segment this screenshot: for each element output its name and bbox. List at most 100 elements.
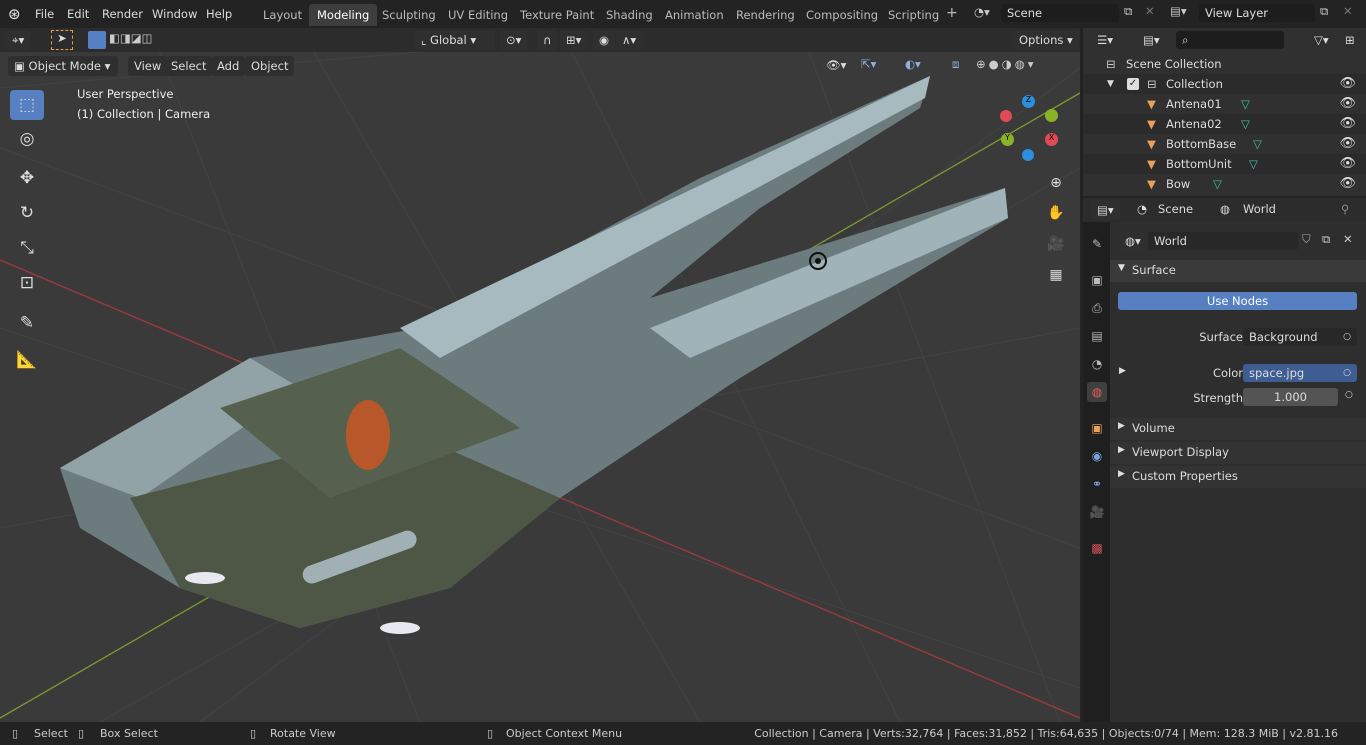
expand-color-icon[interactable]: ▶: [1119, 366, 1126, 376]
view-layer-tab-icon[interactable]: ▤: [1087, 326, 1107, 346]
delete-scene-icon[interactable]: ✕: [1145, 4, 1155, 18]
3d-viewport[interactable]: ⌖▾ ➤ ◧◨◪◫ ⌞ Global ▾ ⊙▾ ∩ ⊞▾ ◉ ∧▾ Option…: [0, 28, 1080, 722]
shading-mode-buttons[interactable]: ⊕●◑◍▾: [976, 57, 1037, 71]
data-tab-icon[interactable]: 🎥: [1087, 502, 1107, 522]
world-browse-icon[interactable]: ◍▾: [1119, 231, 1147, 251]
pan-hand-icon[interactable]: ✋: [1043, 200, 1069, 226]
world-name-field[interactable]: World: [1148, 232, 1298, 250]
constraints-tab-icon[interactable]: ⚭: [1087, 474, 1107, 494]
snap-target-dropdown[interactable]: ⊞▾: [560, 30, 588, 50]
blender-logo-icon[interactable]: ⊛: [8, 5, 21, 23]
view-layer-icon[interactable]: ▤▾: [1170, 4, 1187, 18]
tab-shading[interactable]: Shading: [598, 4, 661, 26]
outliner-item[interactable]: ▼ Bow ▽ 👁: [1083, 174, 1366, 194]
pin-icon[interactable]: ⚲: [1341, 202, 1349, 216]
outliner-item[interactable]: ▼ Antena01 ▽ 👁: [1083, 94, 1366, 114]
tab-compositing[interactable]: Compositing: [798, 4, 886, 26]
annotate-tool[interactable]: ✎: [10, 308, 44, 338]
object-tab-icon[interactable]: ▣: [1087, 418, 1107, 438]
tab-animation[interactable]: Animation: [657, 4, 732, 26]
zoom-icon[interactable]: ⊕: [1043, 170, 1069, 196]
visibility-dropdown[interactable]: 👁▾: [826, 58, 846, 72]
expand-arrow-icon[interactable]: ▼: [1107, 74, 1114, 94]
camera-view-icon[interactable]: 🎥: [1043, 231, 1069, 257]
delete-view-layer-icon[interactable]: ✕: [1343, 4, 1353, 18]
world-tab-icon[interactable]: ◍: [1087, 382, 1107, 402]
outliner-search-input[interactable]: ⌕: [1176, 31, 1284, 49]
duplicate-world-icon[interactable]: ⧉: [1322, 232, 1330, 247]
collection-checkbox[interactable]: ✓: [1127, 78, 1139, 90]
unlink-world-icon[interactable]: ✕: [1343, 232, 1353, 246]
new-collection-icon[interactable]: ⊞: [1339, 30, 1361, 50]
outliner-item[interactable]: ▼ Antena02 ▽ 👁: [1083, 114, 1366, 134]
pivot-point-dropdown[interactable]: ⊙▾: [500, 30, 528, 50]
menu-file[interactable]: File: [29, 5, 60, 23]
menu-object[interactable]: Object: [245, 56, 295, 76]
new-view-layer-icon[interactable]: ⧉: [1320, 4, 1328, 19]
output-tab-icon[interactable]: ⎙: [1087, 298, 1107, 318]
eye-icon[interactable]: 👁: [1339, 174, 1356, 194]
add-workspace-button[interactable]: +: [946, 5, 958, 21]
render-tab-icon[interactable]: ▣: [1087, 270, 1107, 290]
mesh-data-icon[interactable]: ▽: [1241, 94, 1250, 114]
menu-help[interactable]: Help: [200, 5, 238, 23]
new-scene-icon[interactable]: ⧉: [1124, 4, 1132, 19]
scene-icon[interactable]: ◔▾: [974, 5, 990, 19]
display-mode-dropdown[interactable]: ☰▾: [1091, 30, 1120, 50]
menu-select[interactable]: Select: [165, 56, 213, 76]
tool-tab-icon[interactable]: ✎: [1087, 234, 1107, 254]
use-nodes-button[interactable]: Use Nodes: [1118, 292, 1357, 310]
view-layer-selector[interactable]: View Layer: [1199, 4, 1315, 22]
custom-properties-panel-header[interactable]: ▶ Custom Properties: [1110, 466, 1366, 488]
menu-edit[interactable]: Edit: [61, 5, 95, 23]
outliner-item[interactable]: ▼ BottomBase ▽ 👁: [1083, 134, 1366, 154]
select-extend-icon[interactable]: ◧◨◪◫: [109, 31, 152, 45]
tab-modeling[interactable]: Modeling: [309, 4, 378, 26]
menu-add[interactable]: Add: [211, 56, 246, 76]
mesh-data-icon[interactable]: ▽: [1241, 114, 1250, 134]
proportional-edit-icon[interactable]: ◉: [593, 30, 616, 50]
viewport-display-panel-header[interactable]: ▶ Viewport Display: [1110, 442, 1366, 464]
eye-icon[interactable]: 👁: [1339, 94, 1356, 114]
outliner-scene-collection[interactable]: ⊟ Scene Collection: [1083, 54, 1366, 74]
surface-panel-header[interactable]: ▼ Surface: [1110, 260, 1366, 282]
surface-shader-field[interactable]: Background ○: [1243, 328, 1357, 346]
volume-panel-header[interactable]: ▶ Volume: [1110, 418, 1366, 440]
scale-tool[interactable]: ⤡: [10, 233, 44, 263]
menu-window[interactable]: Window: [146, 5, 203, 23]
tab-scripting[interactable]: Scripting: [880, 4, 947, 26]
eye-icon[interactable]: 👁: [1339, 134, 1356, 154]
outliner-item[interactable]: ▼ BottomUnit ▽ 👁: [1083, 154, 1366, 174]
falloff-dropdown[interactable]: ∧▾: [616, 30, 643, 50]
strength-socket-icon[interactable]: ○: [1345, 390, 1353, 400]
tab-layout[interactable]: Layout: [255, 4, 310, 26]
snap-toggle-icon[interactable]: ∩: [537, 30, 558, 50]
outliner-collection[interactable]: ▼ ✓ ⊟ Collection 👁: [1083, 74, 1366, 94]
cursor-tool[interactable]: ◎: [10, 124, 44, 154]
tab-rendering[interactable]: Rendering: [728, 4, 803, 26]
eye-icon[interactable]: 👁: [1339, 114, 1356, 134]
overlay-toggle-icon[interactable]: ◐▾: [905, 57, 921, 71]
mesh-data-icon[interactable]: ▽: [1249, 154, 1258, 174]
move-tool[interactable]: ✥: [10, 163, 44, 193]
editor-type-icon[interactable]: ▤▾: [1091, 200, 1120, 220]
menu-render[interactable]: Render: [96, 5, 149, 23]
select-tool-icon[interactable]: ➤: [51, 30, 73, 50]
transform-tool[interactable]: ⊡: [10, 268, 44, 298]
menu-view[interactable]: View: [128, 56, 168, 76]
breadcrumb-scene[interactable]: Scene: [1158, 202, 1193, 216]
editor-type-icon[interactable]: ⌖▾: [6, 30, 31, 50]
measure-tool[interactable]: 📐: [10, 345, 44, 375]
fake-user-icon[interactable]: ⛉: [1302, 232, 1311, 247]
rotate-tool[interactable]: ↻: [10, 198, 44, 228]
perspective-toggle-icon[interactable]: ▦: [1043, 262, 1069, 288]
strength-field[interactable]: 1.000: [1243, 388, 1338, 406]
mesh-data-icon[interactable]: ▽: [1253, 134, 1262, 154]
options-dropdown[interactable]: Options ▾: [1013, 30, 1079, 50]
filter-dropdown[interactable]: ▽▾: [1308, 30, 1335, 50]
tab-texture-paint[interactable]: Texture Paint: [512, 4, 602, 26]
transform-orientation-dropdown[interactable]: ⌞ Global ▾: [415, 30, 495, 50]
eye-icon[interactable]: 👁: [1339, 74, 1356, 94]
select-box-tool[interactable]: ⬚: [10, 90, 44, 120]
scene-selector[interactable]: Scene: [1001, 4, 1119, 22]
